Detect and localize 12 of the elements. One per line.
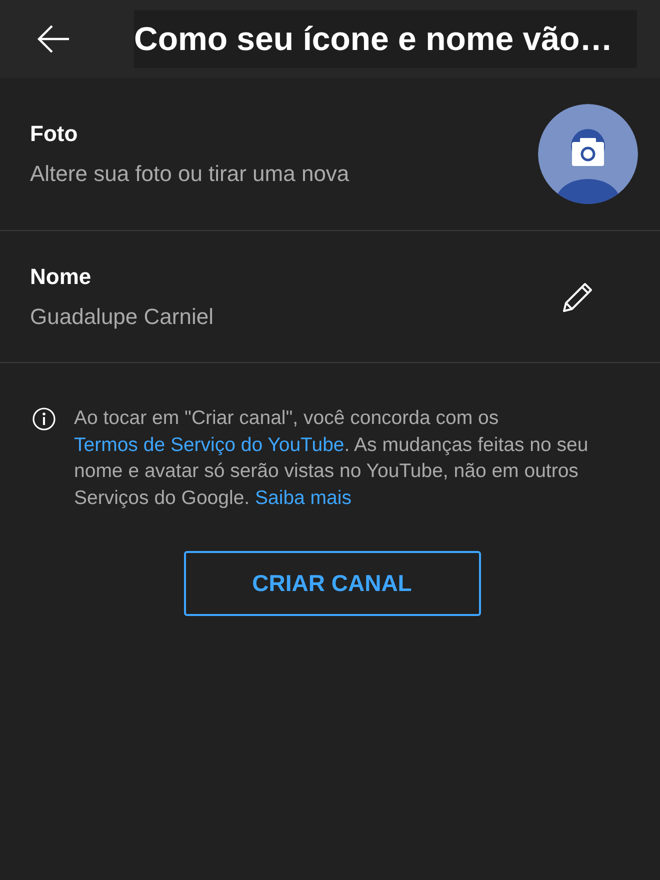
page-title: Como seu ícone e nome vão…	[134, 10, 637, 68]
back-arrow-icon[interactable]	[36, 24, 70, 54]
text-link[interactable]: Termos de Serviço do YouTube	[74, 434, 344, 456]
terms-notice: Ao tocar em "Criar canal", você concorda com os Termos de Serviço do YouTube. As mudanças feitas no seu nome e avatar só serão vistas no YouTube, não em outros Serviços do Google. Saiba mais	[74, 406, 590, 510]
row-label: Foto	[30, 121, 79, 147]
row-value: Guadalupe Carniel	[30, 304, 214, 330]
row-label: Nome	[30, 264, 92, 290]
info-icon	[32, 407, 56, 431]
text-link[interactable]: Saiba mais	[255, 486, 352, 508]
avatar-camera-icon[interactable]	[538, 104, 638, 204]
row-value: Altere sua foto ou tirar uma nova	[30, 161, 350, 187]
create-channel-button[interactable]: CRIAR CANAL	[184, 551, 480, 616]
